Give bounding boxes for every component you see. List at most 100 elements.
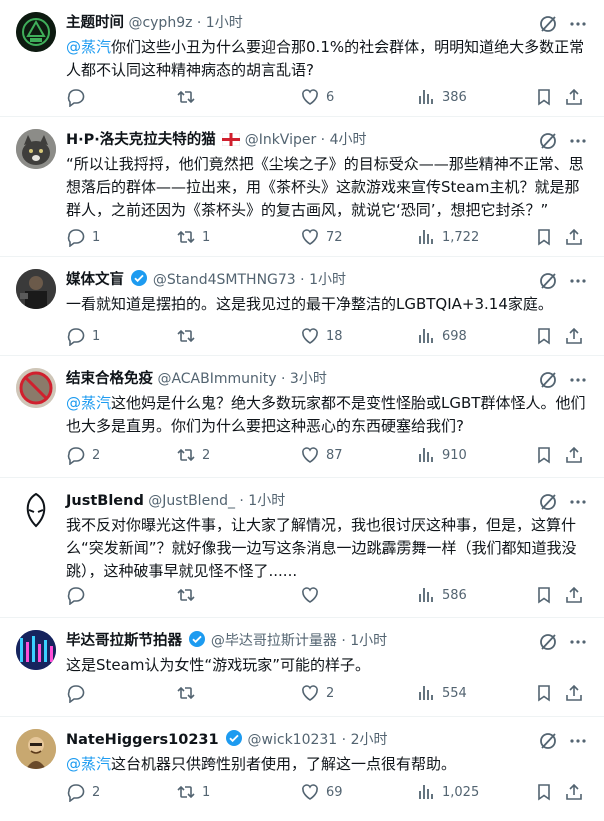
reply-icon	[67, 229, 85, 247]
reply-button[interactable]	[66, 584, 92, 606]
more-icon[interactable]	[568, 492, 588, 512]
more-icon[interactable]	[568, 271, 588, 291]
like-button[interactable]	[300, 584, 326, 606]
like-button[interactable]: 72	[300, 226, 343, 248]
handle[interactable]: @JustBlend_	[148, 493, 235, 509]
display-name[interactable]: 媒体文盲	[66, 272, 124, 288]
more-icon[interactable]	[568, 131, 588, 151]
bookmark-button[interactable]	[534, 86, 554, 108]
views-button[interactable]: 698	[416, 325, 467, 347]
grok-icon[interactable]	[538, 370, 558, 390]
share-button[interactable]	[564, 781, 584, 803]
retweet-button[interactable]	[176, 682, 202, 704]
avatar[interactable]	[16, 269, 56, 309]
handle[interactable]: @InkViper	[245, 132, 317, 148]
views-button[interactable]: 910	[416, 444, 467, 466]
handle[interactable]: @wick10231	[248, 732, 338, 748]
like-button[interactable]: 18	[300, 325, 343, 347]
tweet[interactable]: NateHiggers10231 @wick10231 · 2小时 @蒸汽这台机…	[0, 717, 604, 821]
reply-button[interactable]: 2	[66, 781, 100, 803]
grok-icon[interactable]	[538, 632, 558, 652]
display-name[interactable]: H·P·洛夫克拉夫特的猫	[66, 132, 216, 148]
bookmark-button[interactable]	[534, 444, 554, 466]
tweet[interactable]: JustBlend @JustBlend_ · 1小时 我不反对你曝光这件事，让…	[0, 478, 604, 618]
display-name[interactable]: NateHiggers10231	[66, 732, 219, 748]
reply-button[interactable]: 1	[66, 325, 100, 347]
grok-icon[interactable]	[538, 14, 558, 34]
timestamp[interactable]: · 1小时	[197, 15, 243, 31]
like-button[interactable]: 6	[300, 86, 334, 108]
reply-button[interactable]	[66, 682, 92, 704]
share-icon	[566, 228, 582, 245]
display-name[interactable]: 毕达哥拉斯节拍器	[66, 633, 182, 649]
more-icon[interactable]	[568, 632, 588, 652]
share-button[interactable]	[564, 584, 584, 606]
share-button[interactable]	[564, 682, 584, 704]
bookmark-button[interactable]	[534, 226, 554, 248]
tweet-text: 这是Steam认为女性“游戏玩家”可能的样子。	[66, 656, 370, 674]
avatar[interactable]	[16, 129, 56, 169]
share-icon	[566, 446, 582, 463]
like-button[interactable]: 87	[300, 444, 343, 466]
display-name[interactable]: JustBlend	[66, 493, 144, 509]
share-button[interactable]	[564, 325, 584, 347]
timestamp[interactable]: · 3小时	[281, 371, 327, 387]
tweet[interactable]: H·P·洛夫克拉夫特的猫 @InkViper · 4小时 “所以让我捋捋，他们竟…	[0, 117, 604, 257]
mention-link[interactable]: @蒸汽	[66, 38, 111, 56]
grok-icon[interactable]	[538, 731, 558, 751]
avatar[interactable]	[16, 368, 56, 408]
more-icon[interactable]	[568, 14, 588, 34]
avatar[interactable]	[16, 630, 56, 670]
tweet[interactable]: 结束合格免疫 @ACABImmunity · 3小时 @蒸汽这他妈是什么鬼？绝大…	[0, 356, 604, 478]
timestamp[interactable]: · 1小时	[341, 633, 387, 649]
bookmark-button[interactable]	[534, 584, 554, 606]
share-button[interactable]	[564, 444, 584, 466]
reply-button[interactable]	[66, 86, 92, 108]
tweet[interactable]: 毕达哥拉斯节拍器 @毕达哥拉斯计量器 · 1小时 这是Steam认为女性“游戏玩…	[0, 618, 604, 717]
views-button[interactable]: 554	[416, 682, 467, 704]
like-button[interactable]: 2	[300, 682, 334, 704]
handle[interactable]: @ACABImmunity	[157, 371, 276, 387]
retweet-button[interactable]: 2	[176, 444, 210, 466]
reply-button[interactable]: 2	[66, 444, 100, 466]
grok-icon[interactable]	[538, 271, 558, 291]
mention-link[interactable]: @蒸汽	[66, 394, 111, 412]
tweet[interactable]: 主题时间 @cyph9z · 1小时 @蒸汽你们这些小丑为什么要迎合那0.1%的…	[0, 0, 604, 117]
tweet[interactable]: 媒体文盲 @Stand4SMTHNG73 · 1小时 一看就知道是摆拍的。这是我…	[0, 257, 604, 356]
heart-icon	[302, 328, 318, 344]
timestamp[interactable]: · 4小时	[321, 132, 367, 148]
more-icon[interactable]	[568, 370, 588, 390]
display-name[interactable]: 主题时间	[66, 15, 124, 31]
like-button[interactable]: 69	[300, 781, 343, 803]
avatar[interactable]	[16, 729, 56, 769]
views-button[interactable]: 586	[416, 584, 467, 606]
grok-icon[interactable]	[538, 492, 558, 512]
retweet-icon	[177, 448, 195, 462]
timestamp[interactable]: · 1小时	[300, 272, 346, 288]
display-name[interactable]: 结束合格免疫	[66, 371, 153, 387]
retweet-button[interactable]	[176, 584, 202, 606]
retweet-button[interactable]: 1	[176, 226, 210, 248]
timestamp[interactable]: · 2小时	[342, 732, 388, 748]
bookmark-button[interactable]	[534, 325, 554, 347]
share-button[interactable]	[564, 226, 584, 248]
retweet-button[interactable]	[176, 325, 202, 347]
views-button[interactable]: 1,722	[416, 226, 479, 248]
retweet-button[interactable]: 1	[176, 781, 210, 803]
handle[interactable]: @毕达哥拉斯计量器	[211, 633, 337, 649]
more-icon[interactable]	[568, 731, 588, 751]
views-button[interactable]: 1,025	[416, 781, 479, 803]
bookmark-button[interactable]	[534, 682, 554, 704]
reply-button[interactable]: 1	[66, 226, 100, 248]
mention-link[interactable]: @蒸汽	[66, 755, 111, 773]
timestamp[interactable]: · 1小时	[239, 493, 285, 509]
bookmark-button[interactable]	[534, 781, 554, 803]
retweet-button[interactable]	[176, 86, 202, 108]
share-button[interactable]	[564, 86, 584, 108]
handle[interactable]: @Stand4SMTHNG73	[153, 272, 296, 288]
views-button[interactable]: 386	[416, 86, 467, 108]
grok-icon[interactable]	[538, 131, 558, 151]
avatar[interactable]	[16, 12, 56, 52]
handle[interactable]: @cyph9z	[128, 15, 192, 31]
avatar[interactable]	[16, 490, 56, 530]
